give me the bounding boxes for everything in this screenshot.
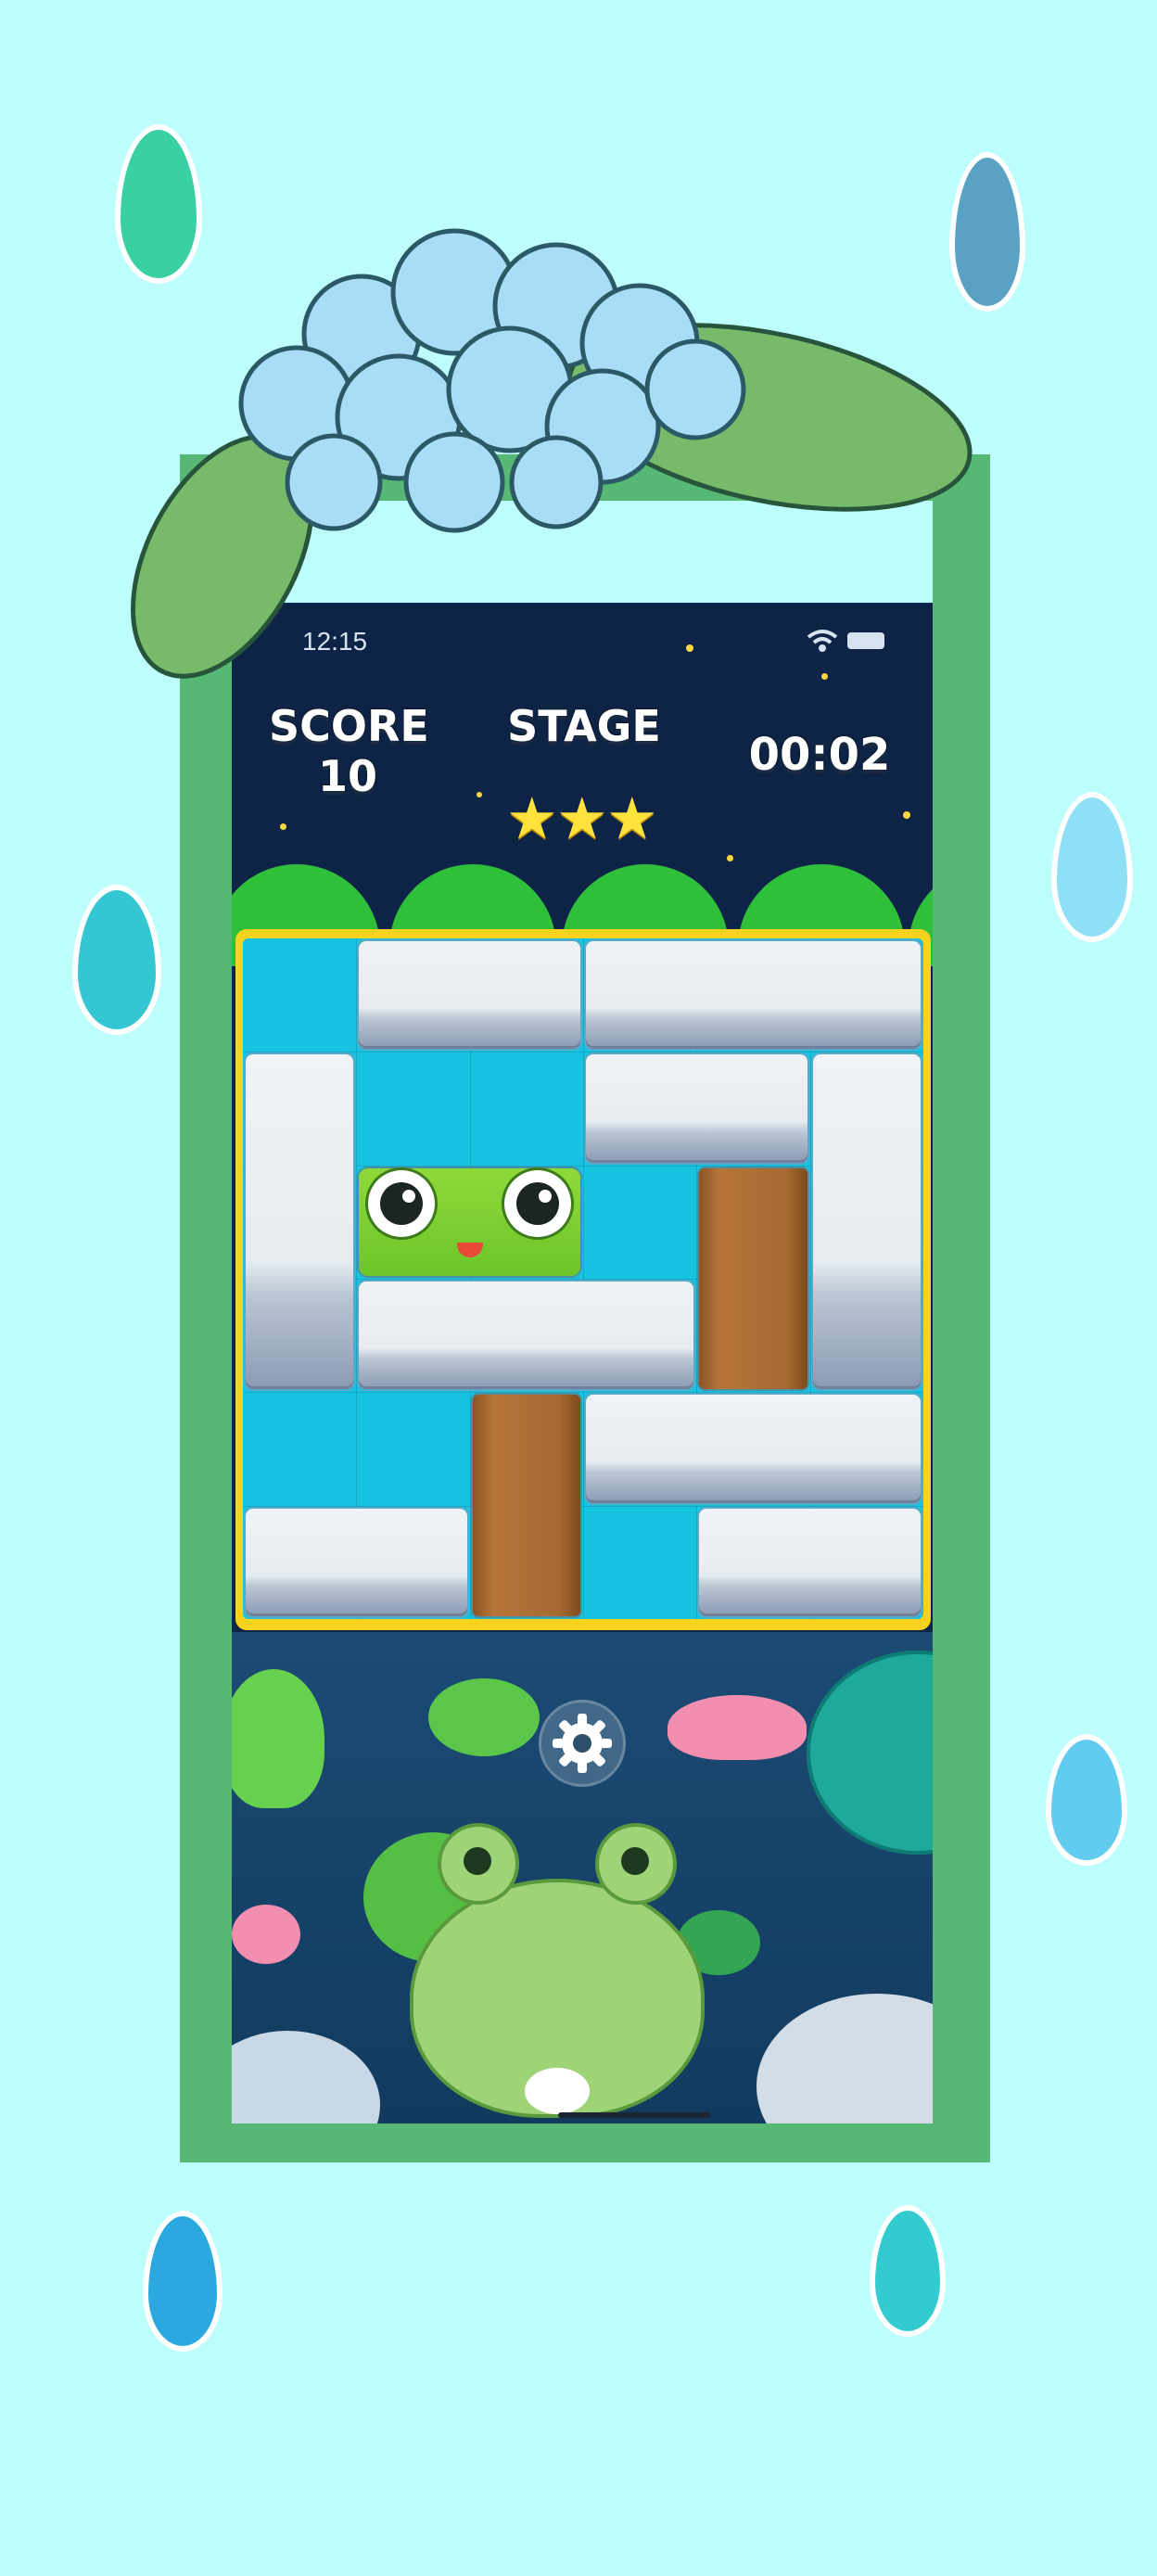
stage-label: STAGE: [507, 701, 661, 751]
stone-block[interactable]: [246, 1054, 354, 1390]
star-icon: ★: [606, 784, 658, 852]
raindrop-decoration: [875, 2211, 940, 2331]
frog-eye: [368, 1169, 436, 1237]
stone-block[interactable]: [812, 1054, 921, 1390]
lotus-flower-decoration: [232, 1905, 300, 1964]
star-icon: ★: [556, 784, 608, 852]
stone-block[interactable]: [586, 1395, 921, 1503]
raindrop-decoration: [1051, 1740, 1122, 1860]
timer: 00:02: [748, 729, 891, 781]
gear-icon: [553, 1714, 612, 1773]
big-frog-decoration: [395, 1827, 729, 2123]
stone-block[interactable]: [586, 941, 921, 1050]
settings-button[interactable]: [541, 1702, 623, 1784]
wood-block[interactable]: [472, 1395, 580, 1616]
grid-line: [243, 1392, 923, 1394]
score-value: 10: [317, 751, 377, 801]
home-indicator: [558, 2112, 711, 2118]
stone-block[interactable]: [586, 1054, 807, 1163]
grid-line: [243, 1505, 923, 1507]
star-icon: ★: [506, 784, 558, 852]
frog-block[interactable]: [359, 1167, 580, 1276]
raindrop-decoration: [78, 890, 156, 1029]
frog-mouth: [456, 1242, 483, 1257]
wood-block[interactable]: [699, 1167, 807, 1390]
frog-eye: [503, 1169, 571, 1237]
raindrop-decoration: [1057, 797, 1127, 937]
lotus-flower-decoration: [668, 1695, 807, 1760]
stage-stars: ★ ★ ★: [506, 790, 664, 849]
stone-block[interactable]: [699, 1508, 921, 1616]
hydrangea-decoration: [131, 228, 973, 679]
stone-block[interactable]: [246, 1508, 467, 1616]
puzzle-grid: [243, 938, 923, 1619]
stone-block[interactable]: [359, 941, 580, 1050]
lily-pad-decoration: [428, 1678, 540, 1756]
score-label: SCORE: [269, 701, 429, 751]
stone-block[interactable]: [359, 1282, 694, 1390]
raindrop-decoration: [148, 2216, 217, 2346]
